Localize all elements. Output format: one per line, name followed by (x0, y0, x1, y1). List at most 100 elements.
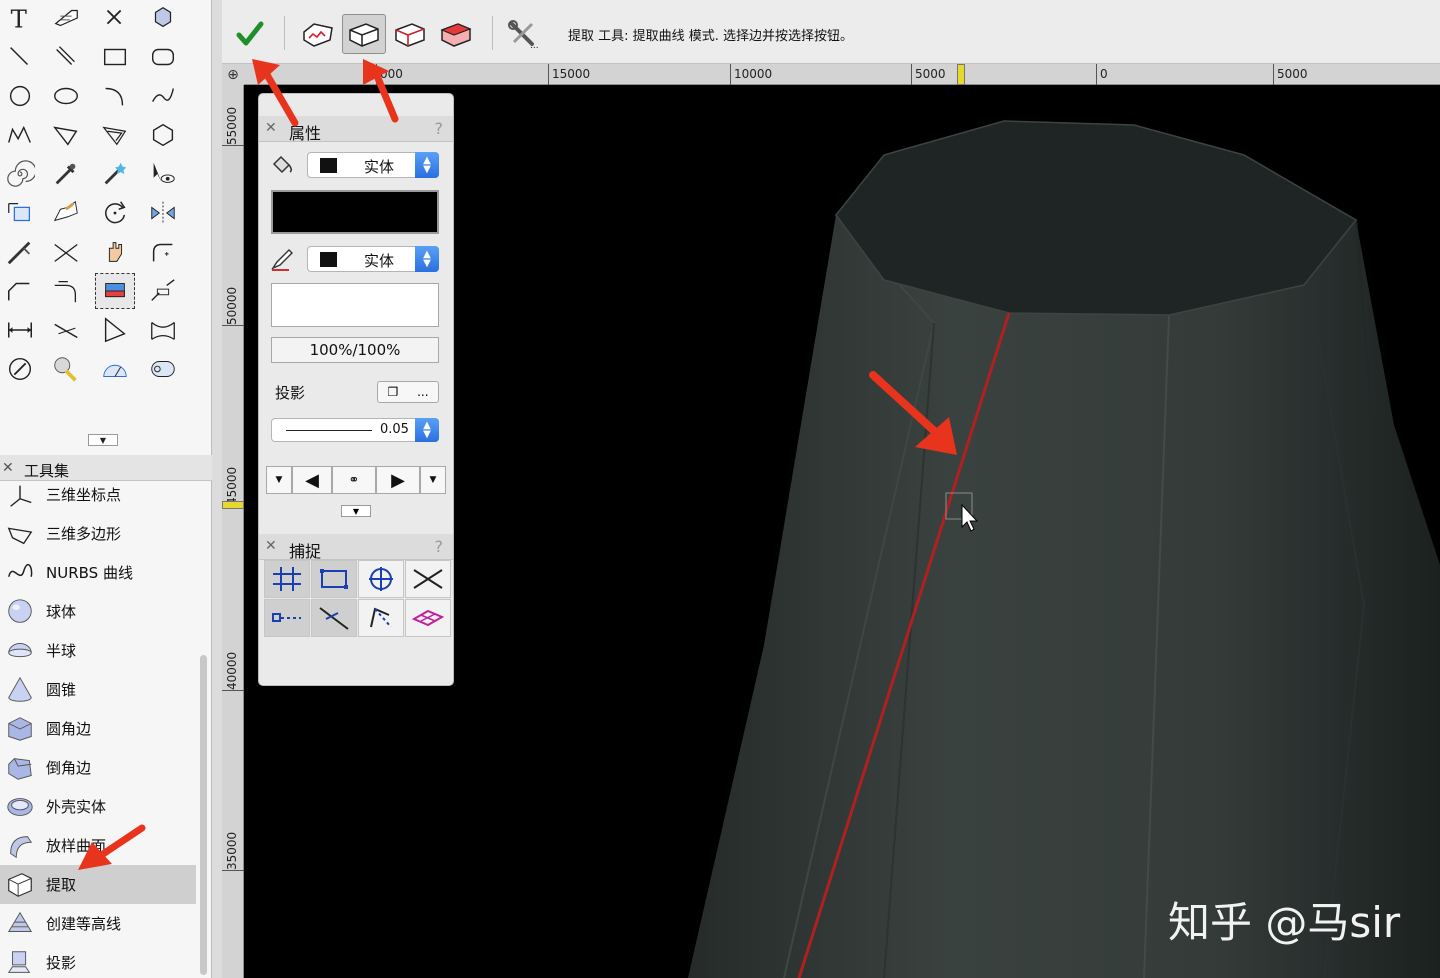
arc-dimension-icon[interactable] (143, 312, 183, 348)
spiral-tool-icon[interactable] (0, 156, 40, 192)
compass-tool-icon[interactable] (0, 351, 40, 387)
toolset-item[interactable]: NURBS 曲线 (0, 553, 196, 592)
shadow-more[interactable]: ... (417, 385, 428, 399)
toolset-item[interactable]: 外壳实体 (0, 787, 196, 826)
extract-edge-mode-icon[interactable] (342, 14, 386, 54)
link-icon[interactable]: ⚭ (332, 466, 376, 494)
mirror-tool-icon[interactable] (143, 195, 183, 231)
rotate-tool-icon[interactable] (95, 195, 135, 231)
extract-surface-mode-icon[interactable] (388, 14, 432, 54)
snap-intersection-icon[interactable] (405, 560, 451, 598)
fill-style-dropdown[interactable]: 实体 ▲ ▼ (307, 152, 439, 178)
fillet-tool-icon[interactable] (143, 234, 183, 270)
visibility-select-icon[interactable] (143, 156, 183, 192)
circle-tool-icon[interactable] (0, 78, 40, 114)
close-icon[interactable]: ✕ (2, 460, 14, 476)
toolset-item[interactable]: 倒角边 (0, 748, 196, 787)
confirm-check-icon[interactable] (228, 14, 272, 54)
shadow-checkbox-icon[interactable]: ❐ (387, 385, 398, 399)
3d-sphere-select-icon[interactable] (143, 0, 183, 36)
ruler-tick (1096, 64, 1097, 85)
eraser-tool-icon[interactable] (95, 273, 135, 309)
arc-tool-icon[interactable] (95, 78, 135, 114)
extract-face-mode-icon[interactable] (296, 14, 340, 54)
chevron-updown-icon[interactable]: ▲ ▼ (415, 152, 439, 178)
snap-grid (264, 560, 452, 638)
opacity-field[interactable]: 100%/100% (271, 337, 439, 363)
create-contours-icon (0, 907, 40, 941)
dimension-tool-icon[interactable] (0, 312, 40, 348)
snap-angle-icon[interactable] (358, 560, 404, 598)
toolset-item[interactable]: 半球 (0, 631, 196, 670)
chevron-updown-icon[interactable]: ▲ ▼ (415, 418, 439, 442)
text-tool-icon[interactable]: T (0, 0, 40, 36)
delete-x-icon[interactable] (95, 0, 135, 36)
move-transform-icon[interactable] (0, 195, 40, 231)
chamfer-tool-icon[interactable] (0, 273, 40, 309)
ruler-origin-icon[interactable]: ⊕ (222, 64, 244, 85)
help-icon[interactable]: ? (435, 119, 444, 138)
regular-polygon-tool-icon[interactable] (143, 117, 183, 153)
toolset-item[interactable]: 圆角边 (0, 709, 196, 748)
attributes-panel: ✕ 属性 ? 实体 ▲ ▼ 实体 ▲ ▼ 100%/100% 投影 ❐ ... 0.… (258, 93, 454, 686)
rounded-rect-tool-icon[interactable] (143, 39, 183, 75)
extract-solid-mode-icon[interactable] (434, 14, 478, 54)
zoom-3d-icon[interactable] (143, 351, 183, 387)
close-icon[interactable]: ✕ (265, 538, 277, 554)
attributes-collapse-button[interactable]: ▼ (341, 505, 371, 517)
connect-tool-icon[interactable] (143, 273, 183, 309)
toolset-item-label: 三维坐标点 (46, 486, 122, 504)
help-icon[interactable]: ? (435, 537, 444, 556)
offset-tool-icon[interactable] (46, 273, 86, 309)
snap-tangent-icon[interactable] (311, 599, 357, 637)
eyedropper-tool-icon[interactable] (46, 156, 86, 192)
line-tool-icon[interactable] (0, 39, 40, 75)
loft-surface-icon (0, 829, 40, 863)
polygon-tool-icon[interactable] (46, 117, 86, 153)
start-arrow-icon[interactable]: ◀ (292, 466, 332, 494)
mirror-pointer-icon[interactable] (46, 195, 86, 231)
oval-tool-icon[interactable] (46, 78, 86, 114)
tape-measure-icon[interactable] (46, 351, 86, 387)
protractor-icon[interactable] (95, 351, 135, 387)
line-weight-dropdown[interactable]: 0.05 ▲ ▼ (271, 418, 439, 442)
rectangle-tool-icon[interactable] (95, 39, 135, 75)
angle-dimension-icon[interactable] (95, 312, 135, 348)
start-marker-dropdown[interactable]: ▼ (266, 466, 292, 494)
toolset-item[interactable]: 投影 (0, 943, 196, 978)
toolset-item[interactable]: 圆锥 (0, 670, 196, 709)
chevron-updown-icon[interactable]: ▲ ▼ (415, 246, 439, 272)
pen-style-dropdown[interactable]: 实体 ▲ ▼ (307, 246, 439, 272)
ruler-label: 15000 (552, 67, 591, 81)
snap-object-icon[interactable] (311, 560, 357, 598)
magic-wand-tool-icon[interactable] (95, 156, 135, 192)
toolset-item[interactable]: 球体 (0, 592, 196, 631)
toolset-item[interactable]: 三维坐标点 (0, 475, 196, 514)
toolset-item[interactable]: 创建等高线 (0, 904, 196, 943)
toolset-scrollbar[interactable] (200, 655, 207, 975)
shadow-button[interactable]: ❐ ... (377, 381, 439, 403)
palette-collapse-button[interactable]: ▼ (88, 434, 118, 446)
pen-color-preview[interactable] (271, 283, 439, 327)
fill-color-preview[interactable] (271, 190, 439, 234)
reshape-hand-icon[interactable] (95, 234, 135, 270)
angular-dimension-icon[interactable] (46, 312, 86, 348)
toolset-item[interactable]: 三维多边形 (0, 514, 196, 553)
ruler-cursor-marker (957, 64, 965, 85)
end-arrow-icon[interactable]: ▶ (376, 466, 420, 494)
snap-grid-icon[interactable] (264, 560, 310, 598)
freehand-tool-icon[interactable] (143, 78, 183, 114)
polyline-tool-icon[interactable] (0, 117, 40, 153)
snap-distance-icon[interactable] (264, 599, 310, 637)
double-line-tool-icon[interactable] (46, 39, 86, 75)
snap-working-plane-icon[interactable] (405, 599, 451, 637)
tool-preferences-icon[interactable]: ... (502, 14, 546, 54)
double-polygon-tool-icon[interactable] (95, 117, 135, 153)
svg-text:T: T (11, 4, 28, 33)
snap-surface-icon[interactable] (358, 599, 404, 637)
callout-tool-icon[interactable] (46, 0, 86, 36)
trim-tool-icon[interactable] (46, 234, 86, 270)
end-marker-dropdown[interactable]: ▼ (420, 466, 446, 494)
shadow-label: 投影 (275, 384, 306, 402)
split-tool-icon[interactable] (0, 234, 40, 270)
